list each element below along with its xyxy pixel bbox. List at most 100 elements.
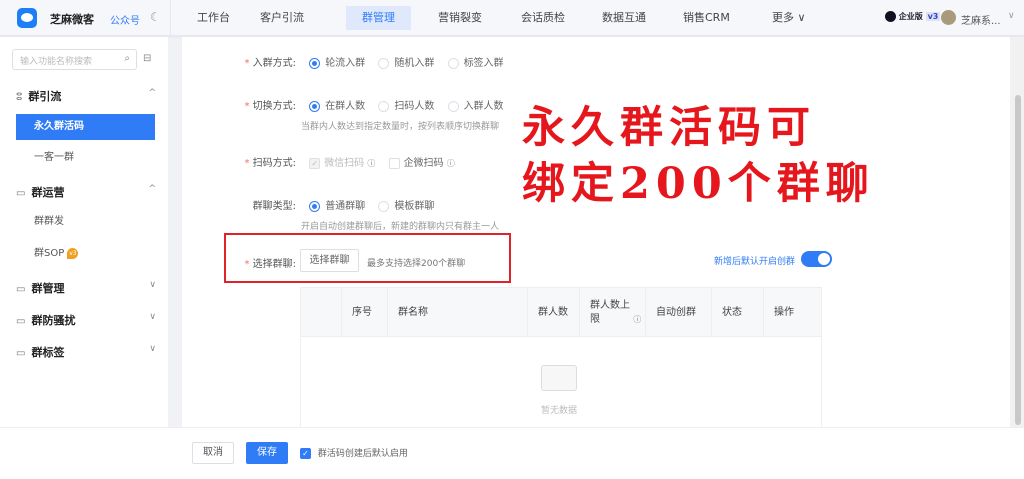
item-label: 群SOP	[34, 248, 65, 259]
help-icon[interactable]: ⓘ	[633, 315, 641, 324]
sidebar-group-yunying[interactable]: ▭ 群运营 ^	[16, 184, 156, 200]
option-label: 企微扫码	[403, 158, 444, 169]
user-name[interactable]: 芝麻系...	[961, 12, 1001, 27]
sidebar-search-input[interactable]: 输入功能名称搜索 ⌕	[12, 49, 137, 70]
group-type-field: 群聊类型: 普通群聊 模板群聊	[226, 197, 434, 212]
highlight-box	[224, 233, 511, 283]
default-enable-checkbox[interactable]: ✓	[300, 448, 311, 459]
empty-text: 暂无数据	[541, 406, 578, 416]
nav-more[interactable]: 更多 ∨	[762, 6, 816, 30]
vip-badge-icon: v3	[67, 247, 79, 259]
switch-method-field: * 切换方式: 在群人数 扫码人数 入群人数	[244, 100, 504, 112]
field-label: 群聊类型:	[252, 201, 296, 212]
search-icon[interactable]: ⌕	[124, 53, 130, 64]
collapse-icon[interactable]: ⊟	[143, 53, 151, 64]
switch-hint: 当群内人数达到指定数量时，按列表顺序切换群聊	[301, 122, 500, 132]
option-label: 模板群聊	[394, 201, 435, 212]
sidebar-group-manage[interactable]: ▭ 群管理 ∨	[16, 280, 156, 296]
divider	[170, 0, 171, 36]
version-label: v3	[925, 12, 941, 21]
chevron-down-icon: ∨	[149, 280, 156, 290]
radio-in-group[interactable]	[309, 100, 321, 112]
overlay-line: 永久群活码可	[522, 103, 816, 153]
save-button[interactable]: 保存	[246, 442, 288, 464]
radio-normal[interactable]	[309, 200, 321, 212]
auto-create-toggle[interactable]	[801, 251, 832, 267]
col-action: 操作	[763, 288, 821, 337]
sidebar-item-mass-send[interactable]: 群群发	[16, 209, 155, 235]
field-label: 扫码方式:	[252, 158, 296, 169]
option-label: 标签入群	[463, 58, 504, 69]
chevron-down-icon: ∨	[149, 344, 156, 354]
search-placeholder: 输入功能名称搜索	[20, 57, 93, 67]
nav-data[interactable]: 数据互通	[592, 6, 656, 30]
col-status: 状态	[711, 288, 763, 337]
chevron-up-icon: ^	[148, 88, 156, 98]
gzh-link[interactable]: 公众号	[110, 12, 140, 27]
sidebar-item-permanent-code[interactable]: 永久群活码	[16, 114, 155, 140]
option-label: 轮流入群	[325, 58, 366, 69]
radio-scan-count[interactable]	[378, 100, 390, 112]
scan-method-field: * 扫码方式: ✓ 微信扫码 ⓘ 企微扫码 ⓘ	[244, 157, 455, 169]
checkbox-wecom[interactable]	[388, 157, 400, 169]
type-hint: 开启自动创建群聊后，新建的群聊内只有群主一人	[301, 222, 500, 232]
option-label: 随机入群	[394, 58, 435, 69]
nav-marketing[interactable]: 营销裂变	[428, 6, 492, 30]
nav-workbench[interactable]: 工作台	[187, 6, 240, 30]
join-method-field: * 入群方式: 轮流入群 随机入群 标签入群	[244, 57, 504, 69]
edition-label: 企业版	[898, 12, 923, 21]
group-label: 群管理	[31, 282, 65, 295]
checkbox-wechat[interactable]: ✓	[309, 157, 321, 169]
radio-join-count[interactable]	[447, 100, 459, 112]
app-logo[interactable]	[17, 8, 37, 28]
promo-overlay: 永久群活码可绑定200个群聊	[522, 100, 875, 212]
col-index: 序号	[341, 288, 387, 337]
dark-mode-icon[interactable]: ☾	[150, 10, 161, 24]
brand-name: 芝麻微客	[50, 13, 94, 26]
scrollbar-thumb[interactable]	[1015, 95, 1021, 425]
group-label: 群运营	[31, 186, 65, 199]
sidebar-item-one-customer[interactable]: 一客一群	[16, 145, 155, 171]
col-name: 群名称	[387, 288, 527, 337]
sidebar-group-antispam[interactable]: ▭ 群防骚扰 ∨	[16, 312, 156, 328]
chat-icon: ▭	[16, 284, 26, 295]
footer-bar	[0, 427, 1024, 479]
help-icon[interactable]: ⓘ	[367, 159, 375, 168]
shield-chat-icon: ▭	[16, 316, 26, 327]
field-label: 入群方式:	[252, 58, 296, 69]
radio-template[interactable]	[378, 200, 390, 212]
nav-customer[interactable]: 客户引流	[250, 6, 314, 30]
sidebar-item-sop[interactable]: 群SOP v3	[16, 241, 155, 267]
default-enable-field: ✓ 群活码创建后默认启用	[290, 446, 408, 459]
radio-random[interactable]	[378, 57, 390, 69]
user-icon: ⵓ	[16, 92, 23, 103]
group-label: 群引流	[28, 90, 62, 103]
checkbox-label: 群活码创建后默认启用	[317, 449, 408, 459]
chat-icon: ▭	[16, 188, 26, 199]
option-label: 扫码人数	[394, 101, 435, 112]
help-icon[interactable]: ⓘ	[447, 159, 455, 168]
table-header: 序号 群名称 群人数 群人数上限 ⓘ 自动创群 状态 操作	[301, 288, 821, 337]
radio-round-robin[interactable]	[309, 57, 321, 69]
tag-icon: ▭	[16, 348, 26, 359]
nav-crm[interactable]: 销售CRM	[673, 6, 740, 30]
chevron-down-icon[interactable]: ∨	[1008, 11, 1015, 21]
edition-badge: 企业版 v3	[885, 11, 941, 22]
option-label: 入群人数	[463, 101, 504, 112]
option-label: 微信扫码	[324, 158, 365, 169]
chevron-up-icon: ^	[148, 184, 156, 194]
sidebar-group-yinliu[interactable]: ⵓ 群引流 ^	[16, 88, 156, 104]
radio-tag[interactable]	[447, 57, 459, 69]
cancel-button[interactable]: 取消	[192, 442, 234, 464]
col-limit: 群人数上限 ⓘ	[579, 288, 645, 337]
avatar[interactable]	[941, 10, 956, 25]
nav-session[interactable]: 会话质检	[511, 6, 575, 30]
field-label: 切换方式:	[252, 101, 296, 112]
col-label: 群人数上限	[590, 299, 630, 325]
sidebar-group-tags[interactable]: ▭ 群标签 ∨	[16, 344, 156, 360]
nav-group-manage[interactable]: 群管理	[346, 6, 411, 30]
auto-create-label: 新增后默认开启创群	[714, 257, 796, 267]
group-label: 群标签	[31, 346, 65, 359]
empty-inbox-icon	[541, 365, 577, 391]
overlay-line: 绑定200个群聊	[522, 159, 875, 209]
